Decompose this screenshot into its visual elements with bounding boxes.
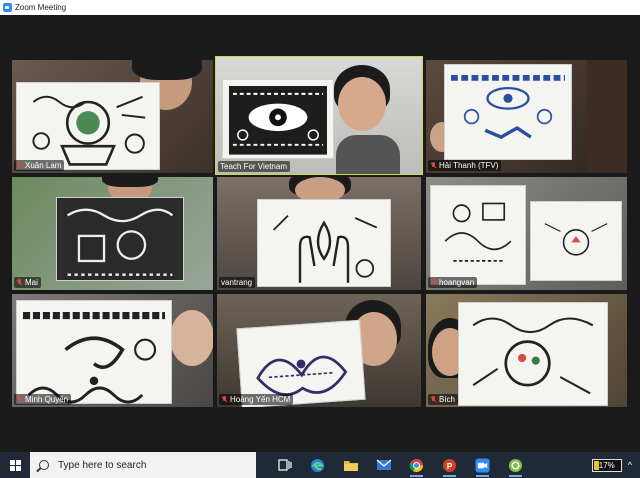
muted-mic-icon xyxy=(430,278,437,287)
participant-name-label: vantrang xyxy=(219,277,256,288)
video-tile-hoang-yen-hcm[interactable]: Hoàng Yến HCM xyxy=(217,294,421,407)
zoom-app-icon xyxy=(3,3,12,12)
drawing-doodle xyxy=(444,202,512,262)
drawing-doodle xyxy=(229,86,327,155)
video-tile-mai[interactable]: Mai xyxy=(12,177,213,290)
taskbar-search-box[interactable]: Type here to search xyxy=(30,452,256,478)
drawing-doodle xyxy=(66,208,174,276)
battery-percent: 17% xyxy=(598,460,615,470)
video-tile-teach-for-vietnam[interactable]: Teach For Vietnam xyxy=(215,56,423,175)
gallery-view: Xuân Lam Teach For Vietnam Hải Thanh (TF… xyxy=(0,15,640,452)
participant-name-label: Hải Thanh (TFV) xyxy=(428,160,502,171)
video-tile-minh-quyen[interactable]: Minh Quyên xyxy=(12,294,213,407)
green-app-icon[interactable] xyxy=(499,452,532,478)
muted-mic-icon xyxy=(430,161,437,170)
video-tile-vantrang[interactable]: vantrang xyxy=(217,177,421,290)
mail-icon[interactable] xyxy=(367,452,400,478)
powerpoint-icon[interactable]: P xyxy=(433,452,466,478)
drawing-doodle xyxy=(544,223,608,256)
taskbar-app-icons: P xyxy=(268,452,532,478)
participant-name-label: hoangvan xyxy=(428,277,478,288)
drawing-doodle xyxy=(23,311,165,404)
drawing-doodle xyxy=(451,74,565,140)
zoom-icon[interactable] xyxy=(466,452,499,478)
edge-icon[interactable] xyxy=(301,452,334,478)
video-tile-hoangvan[interactable]: hoangvan xyxy=(426,177,627,290)
chrome-icon[interactable] xyxy=(400,452,433,478)
task-view-icon[interactable] xyxy=(268,452,301,478)
windows-logo-icon xyxy=(9,459,21,471)
muted-mic-icon xyxy=(221,395,228,404)
muted-mic-icon xyxy=(430,395,437,404)
search-icon xyxy=(39,460,49,470)
participant-name-label: Xuân Lam xyxy=(14,160,65,171)
system-tray: 17% ^ xyxy=(591,458,640,472)
participant-name-label: Bích xyxy=(428,394,459,405)
svg-text:P: P xyxy=(447,460,453,470)
muted-mic-icon xyxy=(16,395,23,404)
search-placeholder: Type here to search xyxy=(58,459,147,471)
battery-indicator[interactable]: 17% xyxy=(591,458,622,472)
file-explorer-icon[interactable] xyxy=(334,452,367,478)
windows-taskbar: Type here to search P 17% ^ xyxy=(0,452,640,478)
drawing-doodle xyxy=(272,214,378,283)
chevron-up-icon[interactable]: ^ xyxy=(628,460,632,470)
participant-name-label: Teach For Vietnam xyxy=(218,161,290,172)
drawing-doodle xyxy=(32,95,146,166)
drawing-doodle xyxy=(472,317,594,395)
muted-mic-icon xyxy=(16,278,23,287)
muted-mic-icon xyxy=(16,161,23,170)
video-tile-hai-thanh[interactable]: Hải Thanh (TFV) xyxy=(426,60,627,173)
video-tile-xuan-lam[interactable]: Xuân Lam xyxy=(12,60,213,173)
participant-name-label: Mai xyxy=(14,277,41,288)
participant-name-label: Hoàng Yến HCM xyxy=(219,394,294,405)
window-titlebar[interactable]: Zoom Meeting xyxy=(0,0,640,15)
window-title: Zoom Meeting xyxy=(15,3,67,12)
start-button[interactable] xyxy=(0,452,30,478)
participant-name-label: Minh Quyên xyxy=(14,394,72,405)
video-tile-bich[interactable]: Bích xyxy=(426,294,627,407)
